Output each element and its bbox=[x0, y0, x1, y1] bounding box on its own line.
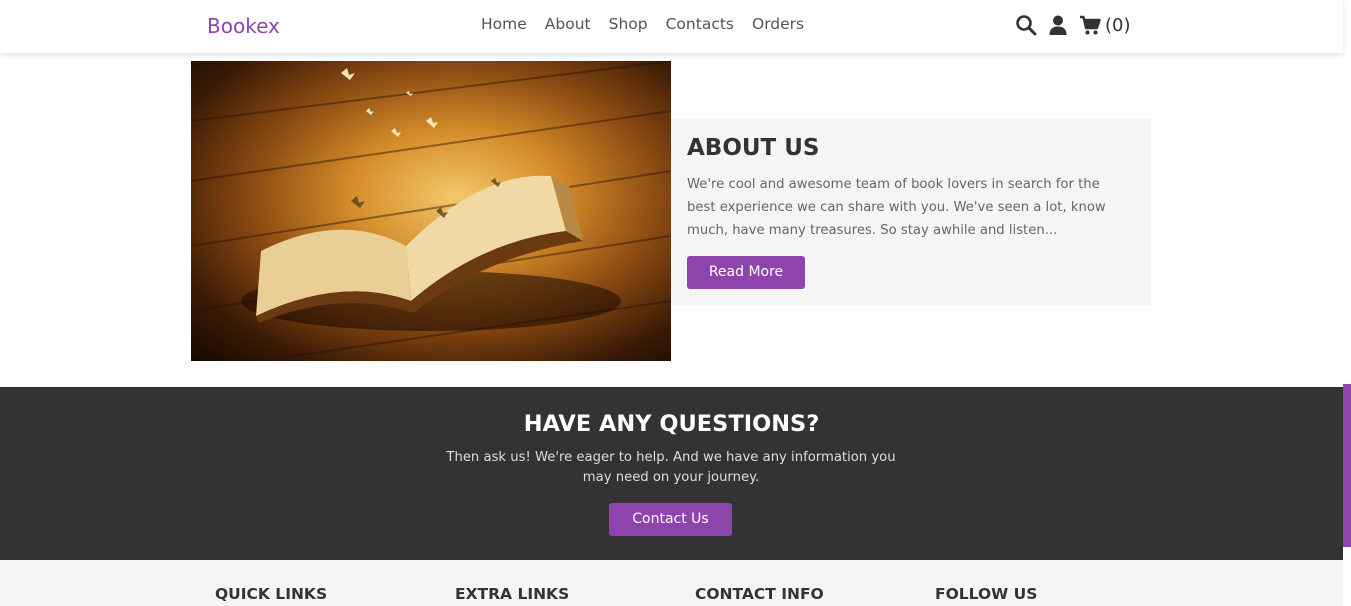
questions-section: HAVE ANY QUESTIONS? Then ask us! We're e… bbox=[0, 387, 1343, 560]
questions-text: Then ask us! We're eager to help. And we… bbox=[446, 450, 896, 485]
main-nav: Home About Shop Contacts Orders bbox=[481, 15, 822, 33]
nav-orders[interactable]: Orders bbox=[752, 15, 804, 33]
read-more-button[interactable]: Read More bbox=[687, 256, 805, 289]
footer-heading-quick-links: QUICK LINKS bbox=[215, 585, 328, 603]
contact-us-button[interactable]: Contact Us bbox=[609, 503, 732, 536]
cart-count[interactable]: (0) bbox=[1105, 15, 1131, 36]
nav-about[interactable]: About bbox=[545, 15, 591, 33]
footer-heading-extra-links: EXTRA LINKS bbox=[455, 585, 570, 603]
nav-contacts[interactable]: Contacts bbox=[666, 15, 734, 33]
site-header: Bookex Home About Shop Contacts Orders (… bbox=[0, 0, 1343, 53]
logo[interactable]: Bookex bbox=[207, 14, 280, 38]
search-icon[interactable] bbox=[1015, 14, 1037, 36]
questions-title: HAVE ANY QUESTIONS? bbox=[523, 411, 820, 437]
about-book-image bbox=[191, 61, 671, 361]
footer-heading-follow-us: FOLLOW US bbox=[935, 585, 1038, 603]
header-icons: (0) bbox=[1015, 14, 1131, 36]
nav-shop[interactable]: Shop bbox=[609, 15, 648, 33]
user-icon[interactable] bbox=[1047, 14, 1069, 36]
nav-home[interactable]: Home bbox=[481, 15, 527, 33]
footer-heading-contact-info: CONTACT INFO bbox=[695, 585, 824, 603]
about-section: ABOUT US We're cool and awesome team of … bbox=[671, 119, 1151, 305]
about-title: ABOUT US bbox=[687, 135, 820, 161]
scroll-track bbox=[1343, 53, 1351, 384]
cart-icon[interactable] bbox=[1079, 14, 1101, 36]
footer: QUICK LINKS EXTRA LINKS CONTACT INFO FOL… bbox=[0, 560, 1343, 606]
scrollbar-thumb[interactable] bbox=[1343, 384, 1351, 547]
about-text: We're cool and awesome team of book love… bbox=[687, 177, 1106, 238]
